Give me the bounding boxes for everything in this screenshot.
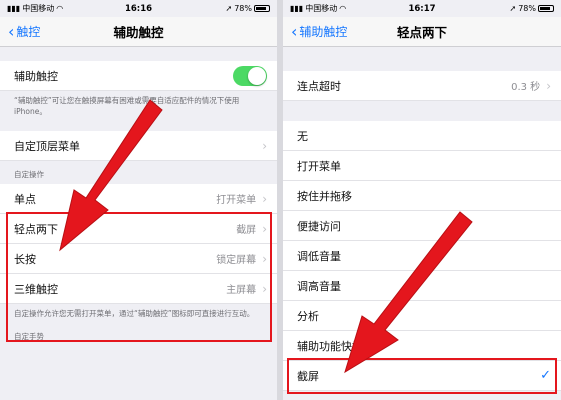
toggle-knob bbox=[248, 66, 266, 85]
option-label: 分析 bbox=[297, 309, 319, 323]
chevron-right-icon: › bbox=[262, 221, 267, 236]
assistive-touch-toggle[interactable] bbox=[233, 65, 267, 86]
back-button[interactable]: ‹ 辅助触控 bbox=[283, 23, 347, 40]
tap-timeout-label: 连点超时 bbox=[297, 79, 341, 93]
option-volume-down[interactable]: 调低音量 bbox=[283, 241, 561, 271]
customize-top-menu-label: 自定顶层菜单 bbox=[14, 139, 80, 153]
battery-icon bbox=[254, 5, 270, 12]
chevron-left-icon: ‹ bbox=[291, 21, 298, 41]
chevron-right-icon: › bbox=[262, 281, 267, 296]
right-screen: ▮▮▮ 中国移动 ◠ 16:17 ➚ 78% ‹ 辅助触控 轻点两下 连点超时 … bbox=[283, 0, 561, 400]
status-bar: ▮▮▮ 中国移动 ◠ 16:16 ➚ 78% bbox=[0, 0, 277, 17]
back-label: 触控 bbox=[16, 25, 41, 39]
chevron-left-icon: ‹ bbox=[8, 21, 15, 41]
assistive-touch-note: “辅助触控”可让您在触摸屏幕有困难或需要自适应配件的情况下使用 iPhone。 bbox=[14, 96, 240, 116]
option-label: 调高音量 bbox=[297, 279, 341, 293]
action-row-long-press[interactable]: 长按 锁定屏幕 › bbox=[0, 244, 277, 274]
back-button[interactable]: ‹ 触控 bbox=[0, 23, 40, 40]
option-hold-and-drag[interactable]: 按住并拖移 bbox=[283, 181, 561, 211]
option-label: 无 bbox=[297, 129, 308, 143]
chevron-right-icon: › bbox=[546, 78, 551, 93]
nav-bar: ‹ 辅助触控 轻点两下 bbox=[283, 17, 561, 47]
action-value: 截屏 bbox=[236, 225, 257, 236]
action-value: 主屏幕 bbox=[226, 285, 257, 296]
back-label: 辅助触控 bbox=[299, 25, 348, 39]
option-label: 便捷访问 bbox=[297, 219, 341, 233]
chevron-right-icon: › bbox=[262, 191, 267, 206]
status-time: 16:16 bbox=[124, 3, 153, 14]
option-none[interactable]: 无 bbox=[283, 121, 561, 151]
action-value: 锁定屏幕 bbox=[216, 255, 257, 266]
chevron-right-icon: › bbox=[262, 138, 267, 153]
tap-timeout-value: 0.3 秒 bbox=[511, 82, 541, 93]
action-row-3d-touch[interactable]: 三维触控 主屏幕 › bbox=[0, 274, 277, 304]
options-list: 无 打开菜单 按住并拖移 便捷访问 调低音量 调高音量 分析 辅助功能快捷键 截… bbox=[283, 121, 561, 391]
assistive-touch-label: 辅助触控 bbox=[14, 69, 58, 83]
custom-actions-note: 自定操作允许您无需打开菜单，通过“辅助触控”图标即可直接进行互动。 bbox=[14, 309, 255, 318]
action-label: 轻点两下 bbox=[14, 222, 58, 236]
action-value: 打开菜单 bbox=[216, 195, 257, 206]
option-reachability[interactable]: 便捷访问 bbox=[283, 211, 561, 241]
option-label: 辅助功能快捷键 bbox=[297, 339, 374, 353]
battery-icon bbox=[538, 5, 554, 12]
custom-actions-header: 自定操作 bbox=[14, 170, 44, 179]
custom-actions-list: 单点 打开菜单 › 轻点两下 截屏 › 长按 锁定屏幕 › 三维触控 主屏幕 › bbox=[0, 184, 277, 304]
option-analytics[interactable]: 分析 bbox=[283, 301, 561, 331]
checkmark-icon: ✓ bbox=[540, 368, 551, 383]
tap-timeout-row[interactable]: 连点超时 0.3 秒 › bbox=[283, 71, 561, 101]
action-row-double-tap[interactable]: 轻点两下 截屏 › bbox=[0, 214, 277, 244]
status-bar: ▮▮▮ 中国移动 ◠ 16:17 ➚ 78% bbox=[283, 0, 561, 17]
page-title: 辅助触控 bbox=[113, 25, 164, 40]
option-label: 按住并拖移 bbox=[297, 189, 352, 203]
option-label: 打开菜单 bbox=[297, 159, 341, 173]
action-row-single-tap[interactable]: 单点 打开菜单 › bbox=[0, 184, 277, 214]
option-accessibility-shortcut[interactable]: 辅助功能快捷键 bbox=[283, 331, 561, 361]
customize-top-menu-row[interactable]: 自定顶层菜单 › bbox=[0, 131, 277, 161]
option-label: 调低音量 bbox=[297, 249, 341, 263]
chevron-right-icon: › bbox=[262, 251, 267, 266]
action-label: 三维触控 bbox=[14, 282, 58, 296]
custom-gestures-header: 自定手势 bbox=[14, 332, 44, 341]
option-screenshot[interactable]: 截屏 ✓ bbox=[283, 361, 561, 391]
option-volume-up[interactable]: 调高音量 bbox=[283, 271, 561, 301]
option-open-menu[interactable]: 打开菜单 bbox=[283, 151, 561, 181]
nav-bar: ‹ 触控 辅助触控 bbox=[0, 17, 277, 47]
action-label: 单点 bbox=[14, 192, 36, 206]
left-screen: ▮▮▮ 中国移动 ◠ 16:16 ➚ 78% ‹ 触控 辅助触控 辅助触控 “辅… bbox=[0, 0, 277, 400]
status-time: 16:17 bbox=[408, 3, 436, 14]
option-label: 截屏 bbox=[297, 369, 319, 383]
assistive-touch-row: 辅助触控 bbox=[0, 61, 277, 91]
action-label: 长按 bbox=[14, 252, 36, 266]
